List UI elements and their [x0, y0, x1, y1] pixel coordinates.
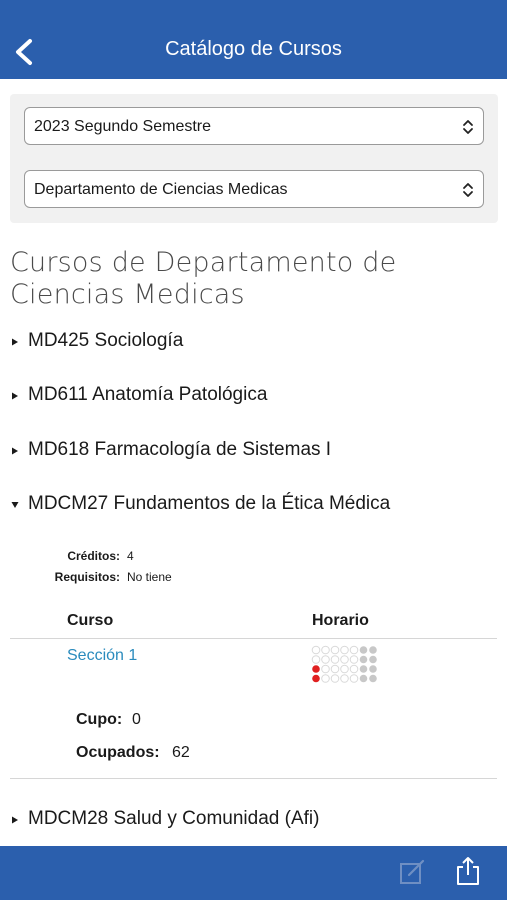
schedule-slot [330, 674, 340, 683]
triangle-right-icon [12, 447, 18, 455]
course-row-md425[interactable]: MD425 Sociología [10, 328, 497, 358]
course-row-mdcm27[interactable]: MDCM27 Fundamentos de la Ética Médica [10, 491, 497, 521]
course-label: MD618 Farmacología de Sistemas I [28, 439, 332, 460]
triangle-down-icon [11, 502, 19, 508]
course-label: MD425 Sociología [28, 330, 184, 351]
credits-value: 4 [127, 549, 134, 563]
schedule-slot [359, 646, 368, 654]
schedule-slot [340, 645, 349, 655]
schedule-slot [369, 646, 377, 654]
occupied-label: Ocupados: [76, 744, 160, 761]
course-label: MDCM27 Fundamentos de la Ética Médica [28, 493, 391, 514]
course-label: MDCM28 Salud y Comunidad (Afi) [28, 808, 320, 829]
semester-select[interactable]: 2023 Segundo Semestre [24, 107, 484, 145]
course-label: MD611 Anatomía Patológica [28, 384, 268, 405]
section-heading: Cursos de Departamento de Ciencias Medic… [10, 247, 397, 310]
schedule-slot [340, 655, 349, 664]
schedule-slot [349, 645, 359, 655]
quota-label: Cupo: [76, 711, 123, 728]
filter-panel: 2023 Segundo Semestre Departamento de Ci… [10, 94, 498, 223]
semester-select-value: 2023 Segundo Semestre [34, 118, 212, 135]
detail-divider [10, 778, 497, 779]
top-bar: Catálogo de Cursos [0, 0, 507, 79]
triangle-right-icon [12, 338, 18, 346]
schedule-slot [311, 645, 321, 655]
schedule-slot [349, 674, 359, 683]
schedule-slot [359, 665, 368, 673]
credits-label: Créditos: [67, 549, 120, 563]
schedule-slot [321, 674, 330, 683]
triangle-right-icon [12, 392, 18, 400]
schedule-slot [312, 665, 320, 673]
course-row-mdcm28[interactable]: MDCM28 Salud y Comunidad (Afi) [10, 806, 497, 836]
schedule-slot [369, 674, 377, 683]
quota-value: 0 [132, 711, 141, 728]
schedule-slot [349, 664, 359, 674]
bottom-toolbar [0, 846, 507, 900]
triangle-right-icon [12, 816, 18, 824]
schedule-slot [330, 655, 340, 664]
schedule-slot [312, 674, 320, 683]
department-select-value: Departamento de Ciencias Medicas [34, 181, 288, 198]
course-row-md611[interactable]: MD611 Anatomía Patológica [10, 382, 497, 412]
table-header-divider [10, 638, 497, 639]
schedule-slot [330, 664, 340, 674]
page-title: Catálogo de Cursos [165, 38, 342, 60]
schedule-slot [330, 645, 340, 655]
schedule-slot [359, 674, 368, 683]
schedule-slot [369, 665, 377, 673]
occupied-value: 62 [172, 744, 190, 761]
requirements-label: Requisitos: [54, 570, 120, 584]
select-arrows-icon [463, 183, 473, 197]
schedule-slot [321, 664, 330, 674]
course-row-md618[interactable]: MD618 Farmacología de Sistemas I [10, 437, 497, 467]
table-header-schedule: Horario [312, 612, 369, 629]
requirements-value: No tiene [127, 570, 172, 584]
section-link[interactable]: Sección 1 [67, 647, 137, 665]
schedule-slot [321, 655, 330, 664]
schedule-slot [349, 655, 359, 664]
table-header-course: Curso [67, 612, 114, 629]
schedule-grid [311, 645, 377, 683]
schedule-slot [311, 655, 321, 664]
select-arrows-icon [463, 120, 473, 134]
department-select[interactable]: Departamento de Ciencias Medicas [24, 170, 484, 208]
schedule-slot [340, 674, 349, 683]
schedule-slot [340, 664, 349, 674]
schedule-slot [369, 655, 377, 664]
edit-icon[interactable] [398, 858, 426, 886]
schedule-slot [321, 645, 330, 655]
schedule-slot [359, 655, 368, 664]
share-icon[interactable] [454, 855, 482, 887]
